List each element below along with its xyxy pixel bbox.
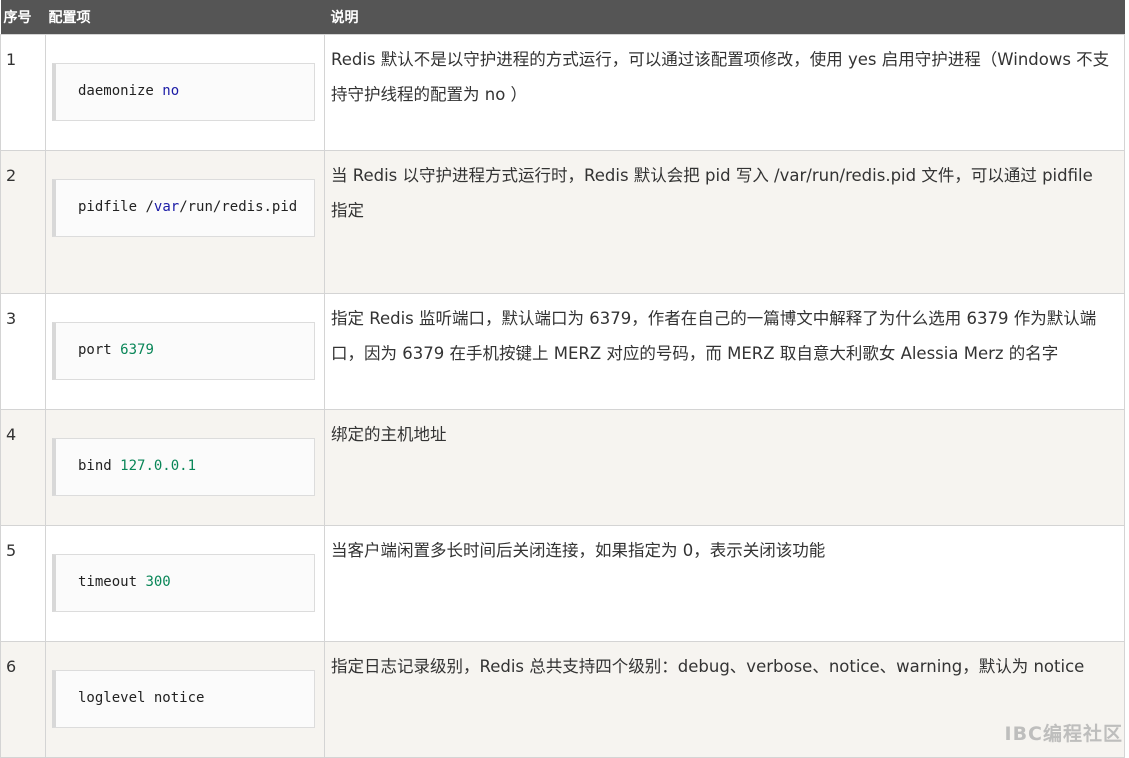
description-cell: 当 Redis 以守护进程方式运行时，Redis 默认会把 pid 写入 /va… — [324, 149, 1125, 294]
config-item-cell: loglevel notice — [45, 640, 325, 758]
code-block: timeout 300 — [52, 553, 315, 612]
description-cell: 指定 Redis 监听端口，默认端口为 6379，作者在自己的一篇博文中解释了为… — [324, 292, 1125, 410]
code-value: 6379 — [120, 341, 154, 358]
table-row: 4 bind 127.0.0.1 绑定的主机地址 — [0, 408, 1125, 526]
table-row: 6 loglevel notice 指定日志记录级别，Redis 总共支持四个级别：… — [0, 640, 1125, 758]
code-block: bind 127.0.0.1 — [52, 437, 315, 496]
code-directive: loglevel — [78, 689, 146, 706]
config-item-cell: timeout 300 — [45, 524, 325, 642]
header-desc: 说明 — [330, 9, 359, 26]
config-table: 序号 配置项 说明 1 daemonize no Redis 默认不是以守护进程的方… — [0, 0, 1125, 758]
code-directive: timeout — [78, 573, 138, 590]
row-number: 4 — [0, 408, 46, 526]
code-block: pidfile /var/run/redis.pid — [52, 178, 315, 237]
code-value: no — [162, 82, 180, 99]
header-num: 序号 — [3, 9, 32, 26]
config-item-cell: port 6379 — [45, 292, 325, 410]
header-item: 配置项 — [48, 9, 91, 26]
code-value: 127.0.0.1 — [120, 457, 197, 474]
table-row: 1 daemonize no Redis 默认不是以守护进程的方式运行，可以通过该配… — [0, 33, 1125, 151]
row-number: 5 — [0, 524, 46, 642]
code-value: /var/run/redis.pid — [145, 198, 298, 215]
code-block: loglevel notice — [52, 669, 315, 728]
description-cell: 当客户端闲置多长时间后关闭连接，如果指定为 0，表示关闭该功能 — [324, 524, 1125, 642]
row-number: 2 — [0, 149, 46, 294]
site-watermark: IBC编程社区 — [1004, 723, 1123, 745]
description-cell: Redis 默认不是以守护进程的方式运行，可以通过该配置项修改，使用 yes 启… — [324, 33, 1125, 151]
code-block: daemonize no — [52, 62, 315, 121]
code-block: port 6379 — [52, 321, 315, 380]
table-row: 3 port 6379 指定 Redis 监听端口，默认端口为 6379，作者在自己… — [0, 292, 1125, 410]
config-item-cell: pidfile /var/run/redis.pid — [45, 149, 325, 294]
table-header-row: 序号 配置项 说明 — [0, 0, 1125, 34]
row-number: 1 — [0, 33, 46, 151]
config-item-cell: bind 127.0.0.1 — [45, 408, 325, 526]
description-cell: 绑定的主机地址 — [324, 408, 1125, 526]
row-number: 3 — [0, 292, 46, 410]
config-item-cell: daemonize no — [45, 33, 325, 151]
code-directive: port — [78, 341, 112, 358]
code-directive: bind — [78, 457, 112, 474]
table-row: 2 pidfile /var/run/redis.pid 当 Redis 以守护进程… — [0, 149, 1125, 294]
row-number: 6 — [0, 640, 46, 758]
code-directive: pidfile — [78, 198, 138, 215]
code-directive: daemonize — [78, 82, 154, 99]
code-value: notice — [153, 689, 205, 706]
table-row: 5 timeout 300 当客户端闲置多长时间后关闭连接，如果指定为 0，表示关闭… — [0, 524, 1125, 642]
code-value: 300 — [145, 573, 171, 590]
